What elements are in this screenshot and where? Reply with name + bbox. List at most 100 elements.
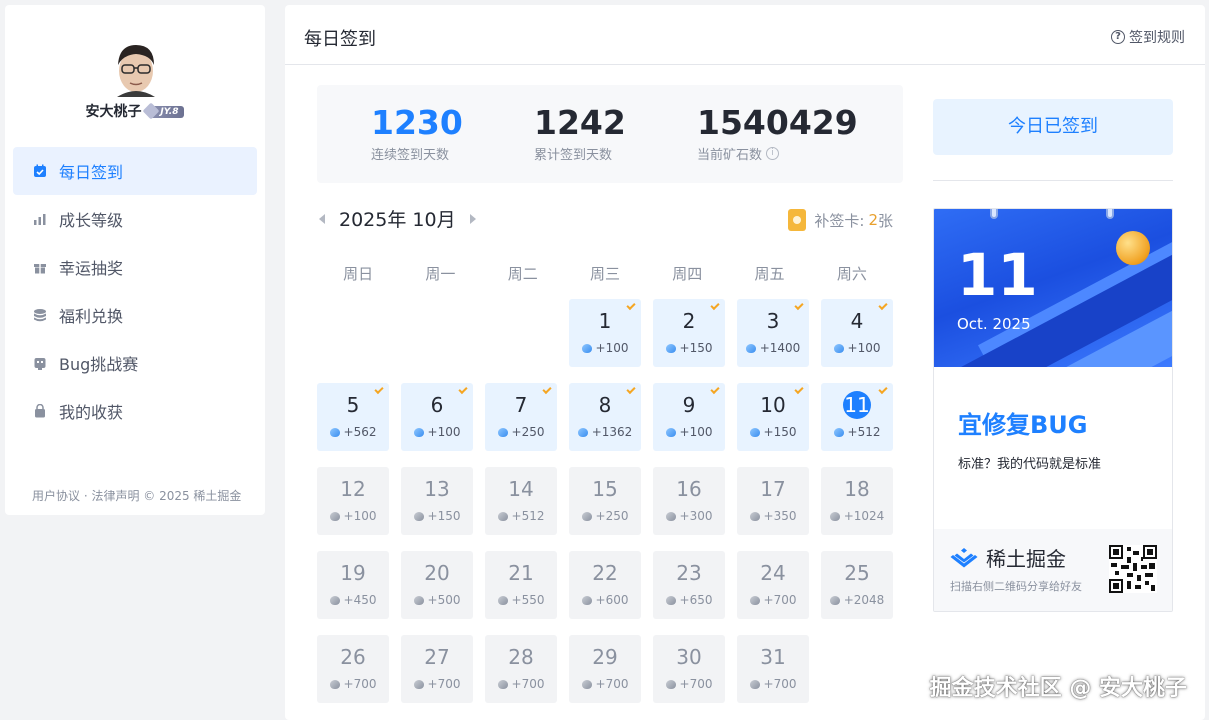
sidebar-item-bug-challenge[interactable]: Bug挑战赛: [13, 339, 257, 387]
sidebar-item-my-gains[interactable]: 我的收获: [13, 387, 257, 435]
reward-value: +250: [595, 509, 629, 523]
sidebar-item-growth-level[interactable]: 成长等级: [13, 195, 257, 243]
calendar-day-cell[interactable]: 15 +250: [569, 467, 641, 535]
calendar-day-cell[interactable]: 19 +450: [317, 551, 389, 619]
username[interactable]: 安大桃子: [86, 104, 142, 120]
gift-icon: [33, 260, 47, 274]
makeup-card[interactable]: 补签卡: 2 张: [788, 209, 893, 231]
calendar-day-cell[interactable]: 17 +350: [737, 467, 809, 535]
ore-icon: [833, 427, 844, 437]
weekday-label: 周日: [343, 265, 374, 283]
makeup-label: 补签卡:: [814, 211, 865, 230]
calendar-day-cell[interactable]: 2 +150: [653, 299, 725, 367]
ore-icon: [581, 679, 592, 689]
calendar-day-cell[interactable]: 1 +100: [569, 299, 641, 367]
qr-code-icon[interactable]: [1109, 545, 1157, 593]
calendar-day-cell[interactable]: 28 +700: [485, 635, 557, 703]
bag-icon: [33, 404, 47, 418]
share-hint: 扫描右侧二维码分享给好友: [950, 580, 1082, 593]
signin-rules-link[interactable]: ? 签到规则: [1111, 27, 1185, 47]
stat-streak: 1230 连续签到天数: [371, 103, 463, 163]
ore-icon: [665, 595, 676, 605]
fortune-subtitle: 标准？我的代码就是标准: [958, 457, 1102, 472]
sidebar-item-label: Bug挑战赛: [59, 355, 139, 374]
calendar-day-reward: +700: [653, 677, 725, 691]
ore-icon: [329, 511, 340, 521]
page-title: 每日签到: [304, 29, 376, 50]
calendar-day-cell[interactable]: 7 +250: [485, 383, 557, 451]
fortune-title: 宜修复BUG: [958, 411, 1088, 439]
stats-panel: 1230 连续签到天数 1242 累计签到天数 1540429 当前矿石数 i: [317, 85, 903, 183]
calendar-day-cell[interactable]: 20 +500: [401, 551, 473, 619]
info-icon[interactable]: i: [766, 147, 780, 160]
calendar-day-cell[interactable]: 13 +150: [401, 467, 473, 535]
calendar-day-cell[interactable]: 29 +700: [569, 635, 641, 703]
calendar-day-cell[interactable]: 4 +100: [821, 299, 893, 367]
binder-pin-icon: [1106, 209, 1114, 219]
reward-value: +1400: [759, 341, 801, 355]
calendar-day-cell[interactable]: 10 +150: [737, 383, 809, 451]
ore-icon: [745, 343, 756, 353]
brand: 稀土掘金: [950, 543, 1066, 572]
level-badge[interactable]: JY.8: [150, 106, 185, 118]
calendar-day-number: 12: [340, 477, 366, 501]
calendar-day-cell[interactable]: 16 +300: [653, 467, 725, 535]
calendar-day-cell[interactable]: 11 +512: [821, 383, 893, 451]
username-row: 安大桃子 JY.8: [5, 101, 265, 121]
sidebar-item-label: 我的收获: [59, 403, 124, 422]
signed-today-button[interactable]: 今日已签到: [933, 99, 1173, 155]
reward-value: +150: [679, 341, 713, 355]
calendar-day-reward: +1362: [569, 425, 641, 439]
ore-icon: [413, 679, 424, 689]
stat-total: 1242 累计签到天数: [534, 103, 626, 163]
calendar-day-cell[interactable]: 26 +700: [317, 635, 389, 703]
calendar-day-cell[interactable]: 12 +100: [317, 467, 389, 535]
next-month-icon[interactable]: [469, 213, 476, 224]
calendar-day-cell[interactable]: 24 +700: [737, 551, 809, 619]
calendar-day-reward: +512: [485, 509, 557, 523]
calendar-day-cell[interactable]: 30 +700: [653, 635, 725, 703]
reward-value: +650: [679, 593, 713, 607]
calendar-day-cell[interactable]: 18 +1024: [821, 467, 893, 535]
sidebar-item-daily-signin[interactable]: 每日签到: [13, 147, 257, 195]
calendar-day-cell[interactable]: 31 +700: [737, 635, 809, 703]
ore-icon: [665, 511, 676, 521]
ore-icon: [829, 511, 840, 521]
calendar-day-reward: +700: [317, 677, 389, 691]
calendar-day-cell[interactable]: 23 +650: [653, 551, 725, 619]
sidebar-footer[interactable]: 用户协议 · 法律声明 © 2025 稀土掘金: [32, 487, 241, 504]
calendar-day-cell[interactable]: 5 +562: [317, 383, 389, 451]
ore-icon: [497, 511, 508, 521]
calendar-day-cell[interactable]: 22 +600: [569, 551, 641, 619]
calendar-day-number: 14: [508, 477, 534, 501]
calendar-day-cell[interactable]: 27 +700: [401, 635, 473, 703]
calendar-day-reward: +100: [569, 341, 641, 355]
calendar-day-cell[interactable]: 8 +1362: [569, 383, 641, 451]
calendar-day-cell[interactable]: 21 +550: [485, 551, 557, 619]
question-circle-icon: ?: [1111, 30, 1125, 44]
calendar-day-reward: +2048: [821, 593, 893, 607]
reward-value: +350: [763, 509, 797, 523]
prev-month-icon[interactable]: [319, 213, 325, 224]
ore-icon: [833, 343, 844, 353]
ore-icon: [749, 595, 760, 605]
calendar-day-reward: +700: [485, 677, 557, 691]
calendar-day-cell[interactable]: 9 +100: [653, 383, 725, 451]
ore-icon: [749, 511, 760, 521]
calendar-day-reward: +100: [401, 425, 473, 439]
calendar-day-reward: +562: [317, 425, 389, 439]
sidebar-item-benefit-exchange[interactable]: 福利兑换: [13, 291, 257, 339]
reward-value: +100: [595, 341, 629, 355]
juejin-logo-icon: [950, 547, 978, 567]
reward-value: +300: [679, 509, 713, 523]
calendar-day-cell[interactable]: 3 +1400: [737, 299, 809, 367]
user-avatar[interactable]: [113, 41, 159, 97]
reward-value: +100: [847, 341, 881, 355]
calendar-day-cell[interactable]: 14 +512: [485, 467, 557, 535]
calendar-day-number: 26: [340, 645, 366, 669]
golden-ball-icon: [1116, 231, 1150, 265]
sidebar-item-lucky-draw[interactable]: 幸运抽奖: [13, 243, 257, 291]
makeup-count: 2: [868, 211, 878, 229]
calendar-day-cell[interactable]: 25 +2048: [821, 551, 893, 619]
calendar-day-cell[interactable]: 6 +100: [401, 383, 473, 451]
